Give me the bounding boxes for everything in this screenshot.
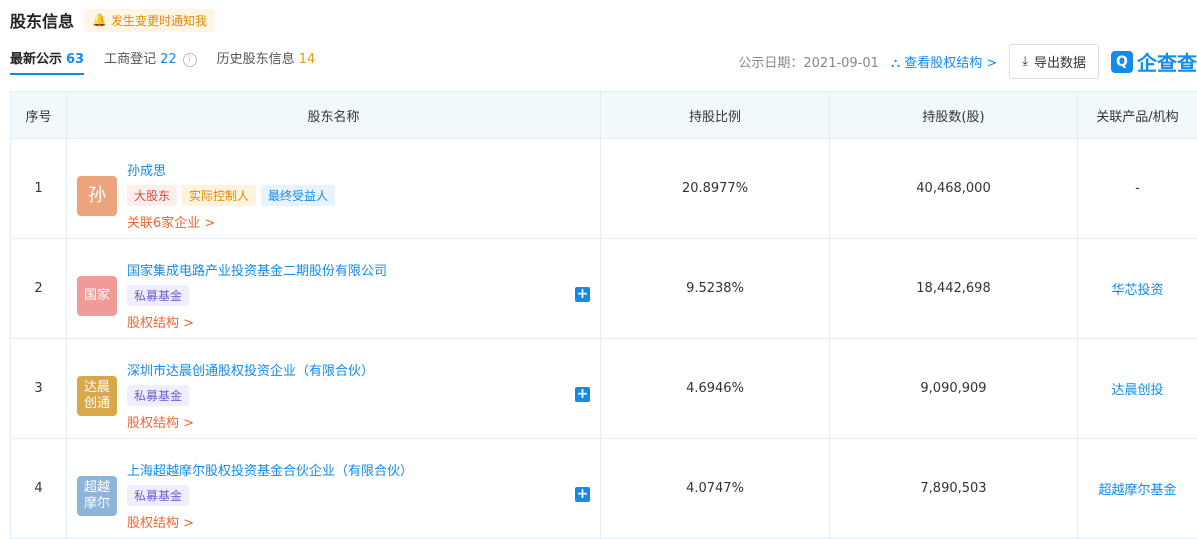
product-cell[interactable]: 达晨创投: [1078, 339, 1197, 439]
download-icon: ⤓: [1022, 54, 1028, 69]
shareholder-table: 序号 股东名称 持股比例 持股数(股) 关联产品/机构 1 孙 孙成思 大股东实…: [10, 91, 1197, 539]
table-row: 2 国家 国家集成电路产业投资基金二期股份有限公司 私募基金 股权结构 > + …: [11, 239, 1197, 339]
tab-registration[interactable]: 工商登记 22 i: [104, 48, 197, 73]
tag-list: 大股东实际控制人最终受益人: [127, 185, 335, 206]
export-button[interactable]: ⤓ 导出数据: [1009, 44, 1099, 79]
shareholder-cell: 超越 摩尔 上海超越摩尔股权投资基金合伙企业（有限合伙） 私募基金 股权结构 >…: [67, 439, 601, 539]
col-product: 关联产品/机构: [1078, 92, 1197, 139]
shares-cell: 9,090,909: [830, 339, 1078, 439]
tab-bar: 最新公示 63 工商登记 22 i 历史股东信息 14: [10, 48, 315, 75]
expand-plus-icon[interactable]: +: [575, 387, 590, 402]
related-link[interactable]: 股权结构 >: [127, 512, 413, 531]
product-cell[interactable]: 华芯投资: [1078, 239, 1197, 339]
shareholder-name-link[interactable]: 孙成思: [127, 160, 335, 179]
tab-count: 14: [299, 52, 316, 67]
tab-count: 63: [66, 52, 84, 67]
tab-history[interactable]: 历史股东信息 14: [217, 48, 316, 73]
product-cell[interactable]: 超越摩尔基金: [1078, 439, 1197, 539]
col-name: 股东名称: [67, 92, 601, 139]
shareholder-cell: 孙 孙成思 大股东实际控制人最终受益人 关联6家企业 >: [67, 139, 601, 239]
structure-icon: ⛬: [891, 56, 900, 71]
row-index: 3: [11, 339, 67, 439]
notify-label: 发生变更时通知我: [111, 12, 207, 29]
table-row: 1 孙 孙成思 大股东实际控制人最终受益人 关联6家企业 > 20.8977% …: [11, 139, 1197, 239]
publish-date: 公示日期：2021-09-01: [738, 52, 879, 71]
row-index: 4: [11, 439, 67, 539]
ratio-cell: 4.0747%: [601, 439, 830, 539]
equity-structure-link[interactable]: ⛬ 查看股权结构 >: [891, 52, 997, 71]
shareholder-name-link[interactable]: 上海超越摩尔股权投资基金合伙企业（有限合伙）: [127, 460, 413, 479]
bell-icon: 🔔: [92, 13, 107, 27]
col-shares: 持股数(股): [830, 92, 1078, 139]
ratio-cell: 20.8977%: [601, 139, 830, 239]
related-link[interactable]: 股权结构 >: [127, 312, 387, 331]
tag-list: 私募基金: [127, 285, 387, 306]
logo-icon: Q: [1111, 51, 1133, 73]
shareholder-tag: 大股东: [127, 185, 177, 206]
tab-count: 22: [160, 52, 177, 67]
shares-cell: 7,890,503: [830, 439, 1078, 539]
avatar-text: 达晨 创通: [84, 380, 110, 412]
tab-label: 历史股东信息: [217, 52, 295, 67]
toolbar: 公示日期：2021-09-01 ⛬ 查看股权结构 > ⤓ 导出数据 Q企查查: [738, 44, 1197, 79]
table-row: 4 超越 摩尔 上海超越摩尔股权投资基金合伙企业（有限合伙） 私募基金 股权结构…: [11, 439, 1197, 539]
export-label: 导出数据: [1034, 52, 1086, 71]
tag-list: 私募基金: [127, 485, 413, 506]
shareholder-tag: 私募基金: [127, 385, 189, 406]
tab-label: 工商登记: [104, 52, 156, 67]
table-header: 序号 股东名称 持股比例 持股数(股) 关联产品/机构: [11, 92, 1197, 139]
logo: Q企查查: [1111, 47, 1197, 76]
col-index: 序号: [11, 92, 67, 139]
shareholder-avatar: 国家: [77, 276, 117, 316]
shareholder-cell: 国家 国家集成电路产业投资基金二期股份有限公司 私募基金 股权结构 > +: [67, 239, 601, 339]
avatar-text: 孙: [88, 188, 106, 204]
info-icon[interactable]: i: [183, 53, 197, 67]
section-title: 股东信息: [10, 8, 74, 32]
header: 股东信息 🔔 发生变更时通知我: [10, 8, 215, 32]
shareholder-avatar: 达晨 创通: [77, 376, 117, 416]
ratio-cell: 9.5238%: [601, 239, 830, 339]
shareholder-avatar: 孙: [77, 176, 117, 216]
shareholder-tag: 最终受益人: [261, 185, 335, 206]
shareholder-name-link[interactable]: 深圳市达晨创通股权投资企业（有限合伙）: [127, 360, 374, 379]
shareholder-cell: 达晨 创通 深圳市达晨创通股权投资企业（有限合伙） 私募基金 股权结构 > +: [67, 339, 601, 439]
shareholder-tag: 私募基金: [127, 285, 189, 306]
avatar-text: 国家: [84, 288, 110, 304]
shareholder-tag: 私募基金: [127, 485, 189, 506]
shareholder-tag: 实际控制人: [182, 185, 256, 206]
tab-latest[interactable]: 最新公示 63: [10, 48, 84, 75]
logo-text: 企查查: [1137, 47, 1197, 76]
shareholder-avatar: 超越 摩尔: [77, 476, 117, 516]
row-index: 1: [11, 139, 67, 239]
shares-cell: 18,442,698: [830, 239, 1078, 339]
col-ratio: 持股比例: [601, 92, 830, 139]
expand-plus-icon[interactable]: +: [575, 287, 590, 302]
shareholder-name-link[interactable]: 国家集成电路产业投资基金二期股份有限公司: [127, 260, 387, 279]
equity-link-label: 查看股权结构 >: [904, 56, 997, 71]
related-link[interactable]: 关联6家企业 >: [127, 212, 335, 231]
product-cell: -: [1078, 139, 1197, 239]
table-row: 3 达晨 创通 深圳市达晨创通股权投资企业（有限合伙） 私募基金 股权结构 > …: [11, 339, 1197, 439]
expand-plus-icon[interactable]: +: [575, 487, 590, 502]
avatar-text: 超越 摩尔: [84, 480, 110, 512]
notify-button[interactable]: 🔔 发生变更时通知我: [84, 9, 215, 32]
shares-cell: 40,468,000: [830, 139, 1078, 239]
related-link[interactable]: 股权结构 >: [127, 412, 374, 431]
ratio-cell: 4.6946%: [601, 339, 830, 439]
tab-label: 最新公示: [10, 52, 62, 67]
tag-list: 私募基金: [127, 385, 374, 406]
row-index: 2: [11, 239, 67, 339]
